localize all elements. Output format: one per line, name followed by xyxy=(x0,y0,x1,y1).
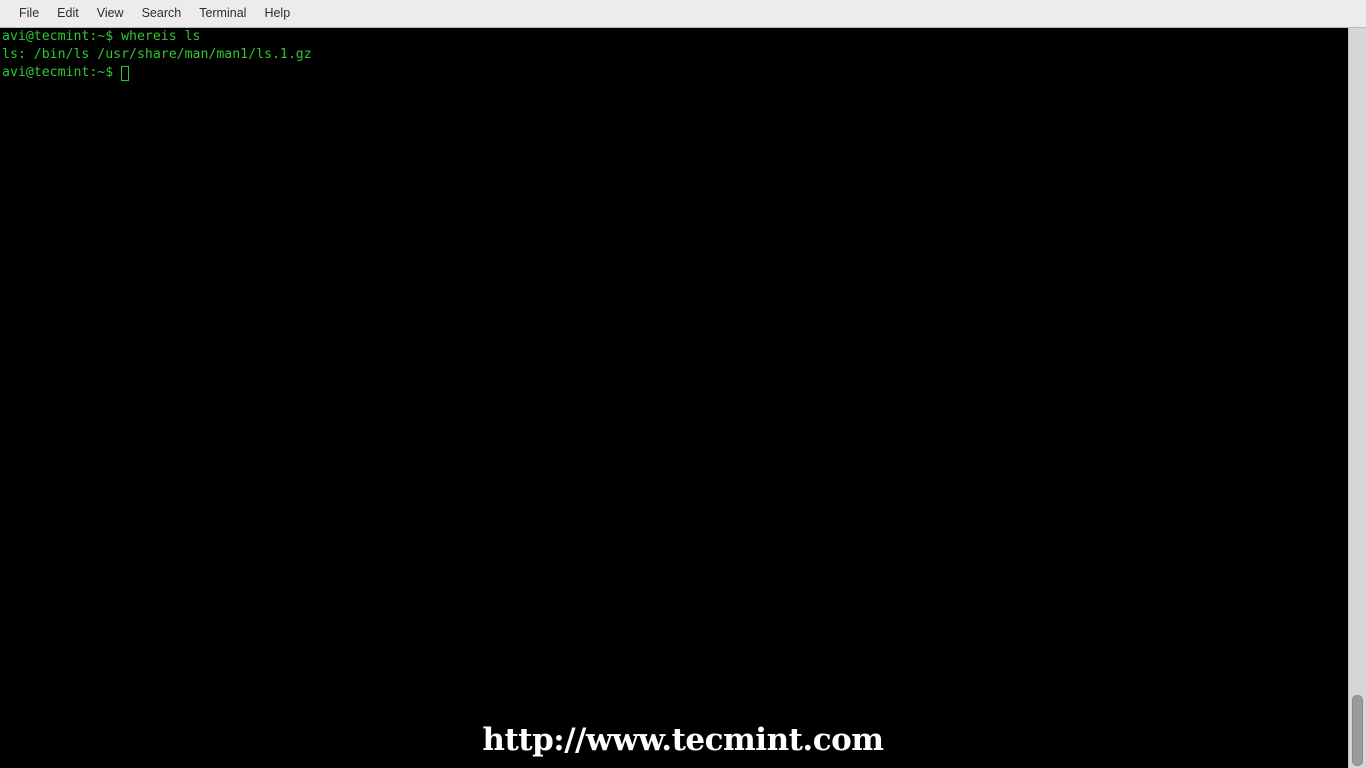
terminal-body[interactable]: avi@tecmint:~$ whereis ls ls: /bin/ls /u… xyxy=(0,28,1348,768)
menu-item-search[interactable]: Search xyxy=(133,0,191,27)
menu-bar: File Edit View Search Terminal Help xyxy=(0,0,1366,28)
site-watermark: http://www.tecmint.com xyxy=(482,722,884,758)
terminal-line-output: ls: /bin/ls /usr/share/man/man1/ls.1.gz xyxy=(2,47,312,62)
terminal-cursor xyxy=(121,65,130,81)
terminal-prompt: avi@tecmint:~$ xyxy=(2,65,114,80)
menu-item-edit[interactable]: Edit xyxy=(48,0,88,27)
vertical-scrollbar[interactable] xyxy=(1348,28,1366,768)
terminal-line-command: avi@tecmint:~$ whereis ls xyxy=(2,29,201,44)
menu-item-help[interactable]: Help xyxy=(255,0,299,27)
menu-item-terminal[interactable]: Terminal xyxy=(190,0,255,27)
terminal-window: File Edit View Search Terminal Help avi@… xyxy=(0,0,1366,768)
menu-item-file[interactable]: File xyxy=(10,0,48,27)
menu-item-view[interactable]: View xyxy=(88,0,133,27)
terminal-screen[interactable]: avi@tecmint:~$ whereis ls ls: /bin/ls /u… xyxy=(2,28,1348,768)
terminal-prompt-row[interactable]: avi@tecmint:~$ xyxy=(2,64,1348,82)
scrollbar-grip-icon xyxy=(1350,28,1364,38)
